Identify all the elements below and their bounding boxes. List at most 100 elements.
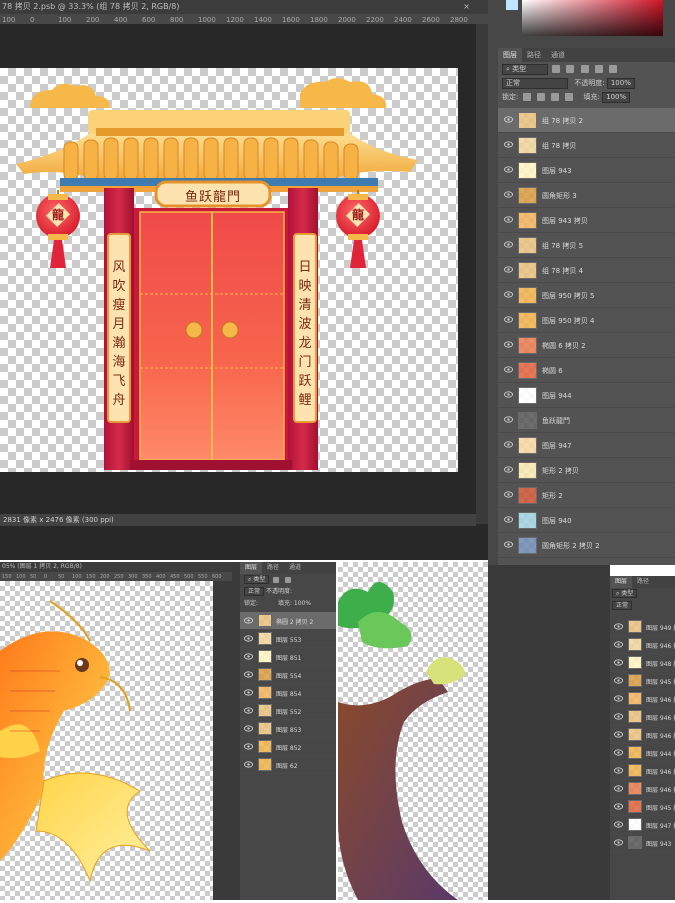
layer-row[interactable]: 图层 940	[498, 508, 675, 533]
visibility-eye-icon[interactable]	[504, 491, 513, 498]
layer-row[interactable]: 图层 62	[240, 756, 336, 774]
layer-row[interactable]: 图层 854	[240, 684, 336, 702]
layer-row[interactable]: 图层 944	[498, 383, 675, 408]
visibility-eye-icon[interactable]	[614, 623, 623, 630]
visibility-eye-icon[interactable]	[614, 803, 623, 810]
layer-row[interactable]: 组 78 拷贝 2	[498, 108, 675, 133]
visibility-eye-icon[interactable]	[504, 266, 513, 273]
filter-pixel-icon[interactable]	[552, 65, 561, 73]
layer-row[interactable]: 图层 851	[240, 648, 336, 666]
visibility-eye-icon[interactable]	[244, 761, 253, 768]
visibility-eye-icon[interactable]	[244, 671, 253, 678]
visibility-eye-icon[interactable]	[504, 441, 513, 448]
layer-row[interactable]: 椭圆 6	[498, 358, 675, 383]
filter-shape-icon[interactable]	[594, 65, 603, 73]
visibility-eye-icon[interactable]	[614, 731, 623, 738]
right-tab-1[interactable]: 路径	[632, 576, 654, 588]
layer-row[interactable]: 图层 554	[240, 666, 336, 684]
layer-row[interactable]: 图层 946 拷贝	[610, 762, 675, 780]
koi-blend-mode-select[interactable]: 正常	[244, 587, 265, 596]
layer-row[interactable]: 图层 948 拷贝	[610, 654, 675, 672]
layer-row[interactable]: 图层 945 拷贝	[610, 672, 675, 690]
visibility-eye-icon[interactable]	[614, 641, 623, 648]
visibility-eye-icon[interactable]	[614, 659, 623, 666]
layer-row[interactable]: 图层 943	[610, 834, 675, 852]
layer-filter-select[interactable]: ⌕ 类型	[502, 63, 548, 75]
layer-row[interactable]: 鱼跃龍門	[498, 408, 675, 433]
koi-document-tab[interactable]: 05% (图层 1 拷贝 2, RGB/8)	[0, 562, 232, 572]
koi-filter-type-icon[interactable]	[285, 576, 292, 583]
filter-smart-icon[interactable]	[609, 65, 618, 73]
layer-row[interactable]: 组 78 拷贝 5	[498, 233, 675, 258]
layer-row[interactable]: 椭圆 6 拷贝 2	[498, 333, 675, 358]
fill-input[interactable]: 100%	[602, 91, 631, 103]
visibility-eye-icon[interactable]	[244, 617, 253, 624]
visibility-eye-icon[interactable]	[244, 707, 253, 714]
close-icon[interactable]: ×	[463, 0, 470, 14]
visibility-eye-icon[interactable]	[244, 653, 253, 660]
lock-transparent-icon[interactable]	[522, 93, 531, 101]
visibility-eye-icon[interactable]	[504, 516, 513, 523]
top-tab-2[interactable]: 通道	[546, 48, 570, 62]
layer-row[interactable]: 图层 949 拷贝	[610, 618, 675, 636]
mid-tab-1[interactable]: 路径	[262, 562, 284, 574]
document-canvas[interactable]: 鱼跃龍門 龍 龍 风吹瘦月瀚海飞舟 日映清波龙门跃鲤	[0, 68, 458, 472]
layer-row[interactable]: 图层 853	[240, 720, 336, 738]
visibility-eye-icon[interactable]	[504, 466, 513, 473]
layer-row[interactable]: 图层 946 拷贝	[610, 726, 675, 744]
layer-row[interactable]: 图层 950 拷贝 4	[498, 308, 675, 333]
filter-adjustment-icon[interactable]	[566, 65, 575, 73]
visibility-eye-icon[interactable]	[504, 216, 513, 223]
layer-row[interactable]: 组 78 拷贝 4	[498, 258, 675, 283]
lock-all-icon[interactable]	[565, 93, 574, 101]
layer-row[interactable]: 椭圆 2 拷贝 2	[240, 612, 336, 630]
visibility-eye-icon[interactable]	[614, 677, 623, 684]
document-tab[interactable]: 78 拷贝 2.psb @ 33.3% (组 78 拷贝 2, RGB/8) ×	[0, 0, 488, 14]
layer-row[interactable]: 图层 943	[498, 158, 675, 183]
visibility-eye-icon[interactable]	[614, 785, 623, 792]
layer-row[interactable]: 圆角矩形 2 拷贝 2	[498, 533, 675, 558]
visibility-eye-icon[interactable]	[614, 821, 623, 828]
layer-row[interactable]: 矩形 2 拷贝	[498, 458, 675, 483]
layer-row[interactable]: 图层 852	[240, 738, 336, 756]
layer-row[interactable]: 图层 553	[240, 630, 336, 648]
mid-tab-2[interactable]: 通道	[284, 562, 306, 574]
visibility-eye-icon[interactable]	[504, 116, 513, 123]
blend-mode-select[interactable]: 正常	[502, 77, 568, 89]
visibility-eye-icon[interactable]	[614, 695, 623, 702]
layer-row[interactable]: 图层 950 拷贝 5	[498, 283, 675, 308]
visibility-eye-icon[interactable]	[504, 416, 513, 423]
layer-row[interactable]: 图层 946 拷贝	[610, 690, 675, 708]
visibility-eye-icon[interactable]	[614, 767, 623, 774]
visibility-eye-icon[interactable]	[504, 366, 513, 373]
opacity-input[interactable]: 100%	[606, 77, 635, 89]
visibility-eye-icon[interactable]	[614, 713, 623, 720]
tree-layer-filter-select[interactable]: ⌕ 类型	[612, 589, 638, 598]
top-tab-1[interactable]: 路径	[522, 48, 546, 62]
visibility-eye-icon[interactable]	[244, 743, 253, 750]
visibility-eye-icon[interactable]	[244, 725, 253, 732]
color-picker[interactable]	[522, 0, 663, 36]
visibility-eye-icon[interactable]	[504, 316, 513, 323]
layer-row[interactable]: 图层 947	[498, 433, 675, 458]
layer-row[interactable]: 图层 943 拷贝	[498, 208, 675, 233]
visibility-eye-icon[interactable]	[504, 191, 513, 198]
top-tab-0[interactable]: 图层	[498, 48, 522, 62]
layer-row[interactable]: 图层 552	[240, 702, 336, 720]
lock-position-icon[interactable]	[551, 93, 560, 101]
koi-filter-pixel-icon[interactable]	[273, 576, 280, 583]
foreground-color-swatch[interactable]	[506, 0, 518, 10]
visibility-eye-icon[interactable]	[504, 541, 513, 548]
koi-fill-value[interactable]: 100%	[294, 600, 311, 607]
layer-row[interactable]: 图层 946 拷贝	[610, 636, 675, 654]
layer-row[interactable]: 组 78 拷贝	[498, 133, 675, 158]
visibility-eye-icon[interactable]	[504, 241, 513, 248]
koi-canvas[interactable]	[0, 581, 213, 900]
visibility-eye-icon[interactable]	[614, 749, 623, 756]
visibility-eye-icon[interactable]	[504, 166, 513, 173]
koi-layer-filter-select[interactable]: ⌕ 类型	[244, 575, 270, 584]
visibility-eye-icon[interactable]	[244, 635, 253, 642]
lock-image-icon[interactable]	[536, 93, 545, 101]
layer-row[interactable]: 图层 946 拷贝	[610, 708, 675, 726]
visibility-eye-icon[interactable]	[504, 391, 513, 398]
